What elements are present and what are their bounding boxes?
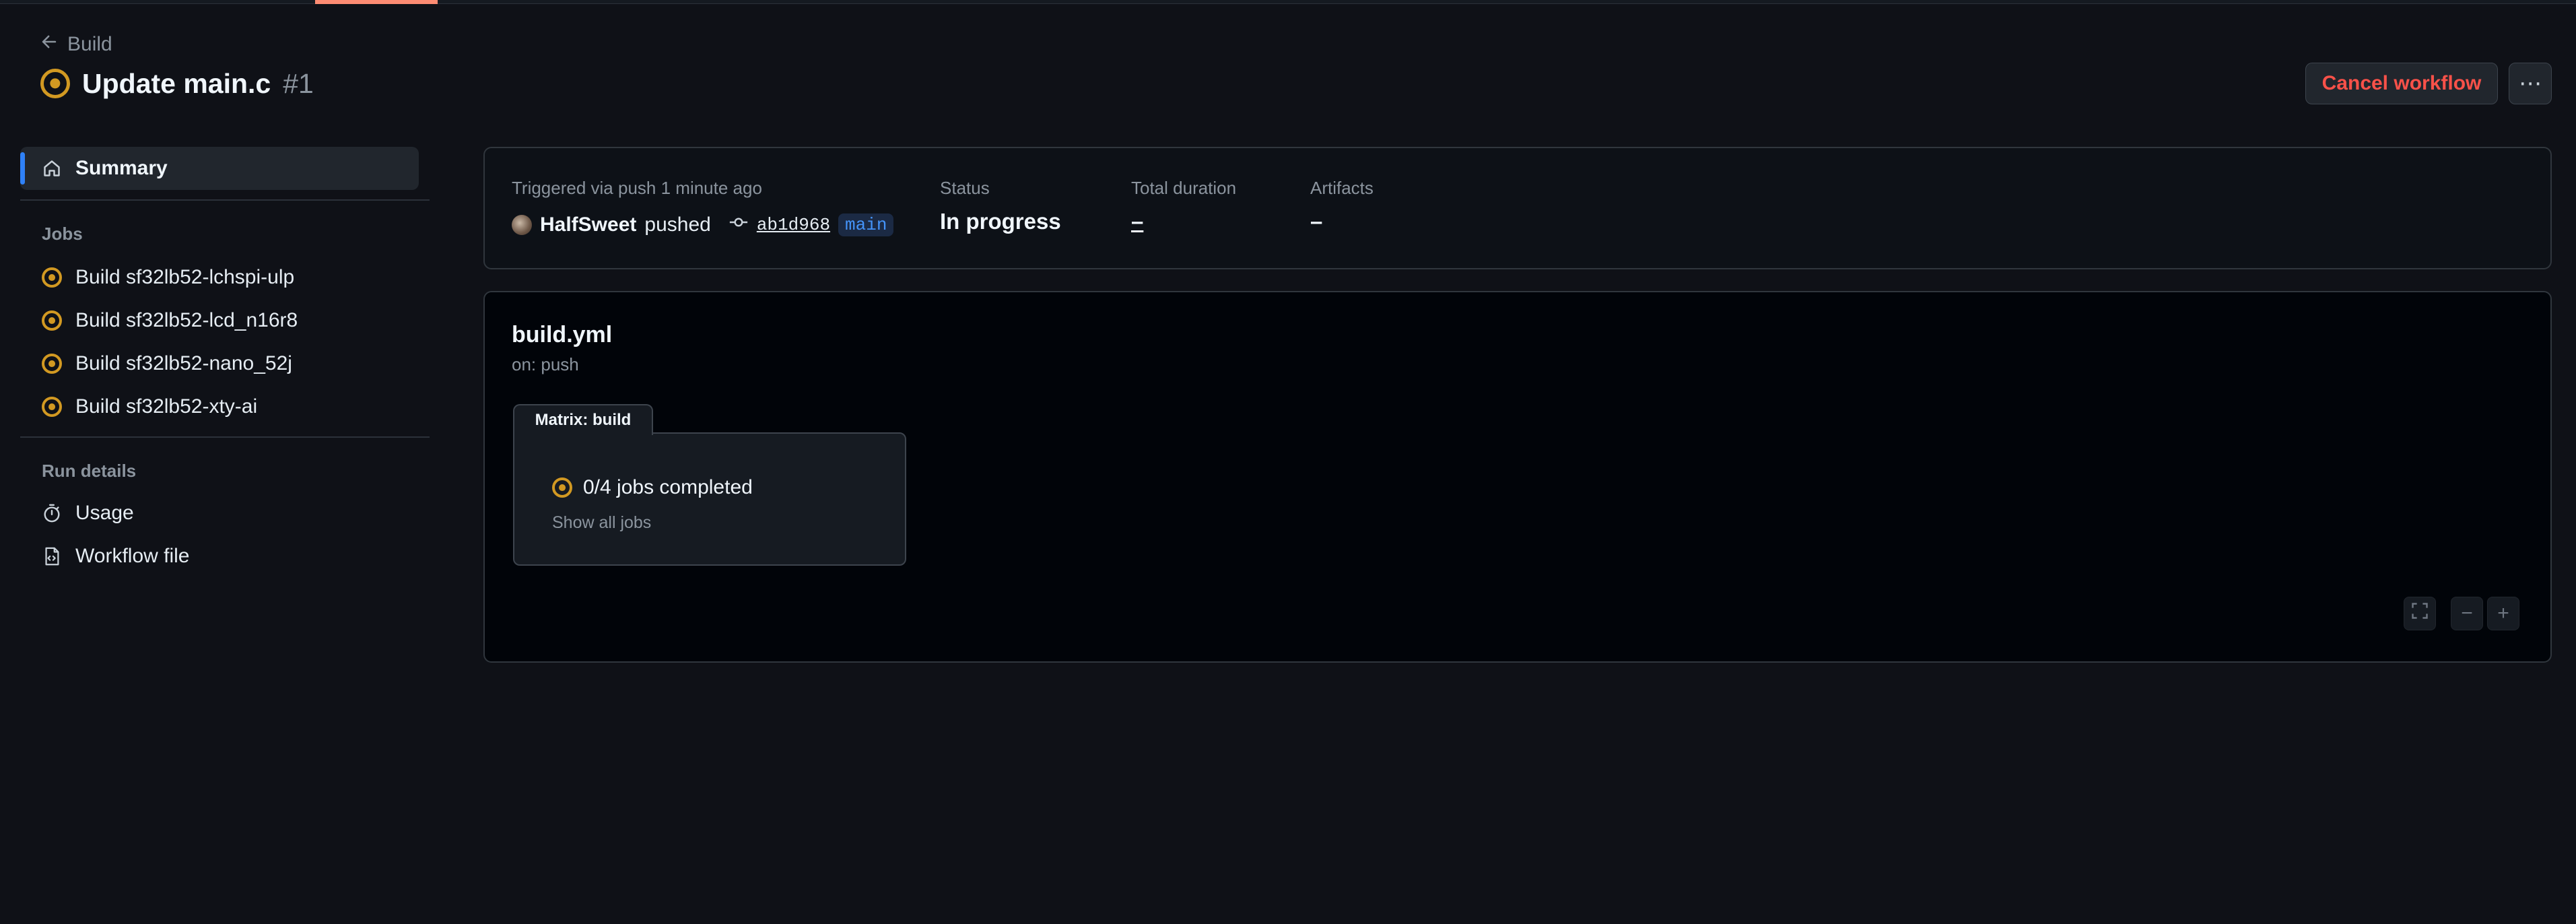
trigger-label: Triggered via push 1 minute ago: [512, 178, 762, 198]
artifacts-value: –: [1310, 209, 1323, 234]
divider: [20, 436, 430, 438]
sidebar-item-label: Build sf32lb52-lcd_n16r8: [75, 309, 298, 331]
status-value: In progress: [940, 209, 1061, 234]
sidebar-item-label: Build sf32lb52-nano_52j: [75, 352, 292, 374]
home-icon: [42, 158, 62, 178]
jobs-progress: 0/4 jobs completed: [552, 473, 753, 502]
stopwatch-icon: [42, 503, 62, 523]
matrix-tab: Matrix: build: [513, 404, 653, 435]
duration-value[interactable]: –: [1131, 209, 1143, 234]
matrix-job-group[interactable]: 0/4 jobs completed Show all jobs: [513, 432, 906, 566]
sidebar-item-job[interactable]: Build sf32lb52-xty-ai: [42, 392, 257, 422]
active-tab-indicator: [315, 0, 438, 4]
action-text: pushed: [644, 213, 711, 236]
fullscreen-button[interactable]: [2404, 597, 2436, 630]
cancel-workflow-button[interactable]: Cancel workflow: [2305, 63, 2498, 104]
run-details-heading: Run details: [42, 461, 137, 481]
sidebar-item-workflow-file[interactable]: Workflow file: [42, 541, 189, 571]
trigger-details: HalfSweet pushed ab1d968 main: [512, 210, 894, 240]
divider: [20, 199, 430, 201]
zoom-in-icon: +: [2497, 602, 2509, 624]
workflow-graph-card: build.yml on: push Matrix: build 0/4 job…: [483, 291, 2552, 663]
back-link-label: Build: [67, 33, 112, 55]
page-title-row: Update main.c #1: [40, 63, 314, 104]
jobs-heading: Jobs: [42, 224, 83, 244]
artifacts-label: Artifacts: [1310, 178, 1374, 198]
run-summary-card: Triggered via push 1 minute ago HalfSwee…: [483, 147, 2552, 269]
sidebar-item-label: Usage: [75, 502, 134, 524]
status-in-progress-icon: [552, 477, 572, 498]
active-indicator: [20, 152, 25, 185]
status-in-progress-icon: [42, 310, 62, 331]
show-all-jobs-link[interactable]: Show all jobs: [552, 513, 651, 533]
page-title: Update main.c: [82, 67, 271, 99]
sidebar-item-label: Summary: [75, 157, 168, 179]
kebab-horizontal-icon: ⋯: [2519, 71, 2542, 96]
git-commit-icon: [728, 212, 749, 238]
sidebar-item-usage[interactable]: Usage: [42, 498, 134, 528]
zoom-out-button[interactable]: −: [2451, 597, 2483, 630]
actor-link[interactable]: HalfSweet: [540, 213, 636, 236]
fullscreen-icon: [2410, 601, 2429, 626]
status-in-progress-icon: [42, 397, 62, 417]
zoom-in-button[interactable]: +: [2487, 597, 2519, 630]
status-in-progress-icon: [42, 354, 62, 374]
sidebar-item-label: Workflow file: [75, 545, 190, 567]
avatar[interactable]: [512, 215, 532, 235]
status-in-progress-icon: [42, 267, 62, 288]
status-label: Status: [940, 178, 990, 198]
arrow-left-icon: [40, 33, 58, 56]
sidebar-item-label: Build sf32lb52-xty-ai: [75, 395, 258, 418]
back-link[interactable]: Build: [40, 31, 112, 58]
workflow-trigger: on: push: [512, 354, 579, 374]
duration-label: Total duration: [1131, 178, 1237, 198]
sidebar-item-job[interactable]: Build sf32lb52-lcd_n16r8: [42, 306, 298, 335]
sidebar-item-job[interactable]: Build sf32lb52-lchspi-ulp: [42, 263, 294, 292]
status-in-progress-icon: [40, 69, 70, 98]
run-number: #1: [283, 67, 314, 99]
workflow-name: build.yml: [512, 322, 613, 348]
sidebar-item-job[interactable]: Build sf32lb52-nano_52j: [42, 349, 292, 378]
jobs-completed-text: 0/4 jobs completed: [583, 476, 753, 498]
commit-sha-link[interactable]: ab1d968: [757, 215, 830, 235]
file-code-icon: [42, 546, 62, 566]
branch-label[interactable]: main: [838, 213, 894, 236]
zoom-out-icon: −: [2461, 602, 2473, 624]
sidebar-item-label: Build sf32lb52-lchspi-ulp: [75, 266, 295, 288]
more-options-button[interactable]: ⋯: [2509, 63, 2552, 104]
sidebar-item-summary[interactable]: Summary: [20, 147, 419, 190]
